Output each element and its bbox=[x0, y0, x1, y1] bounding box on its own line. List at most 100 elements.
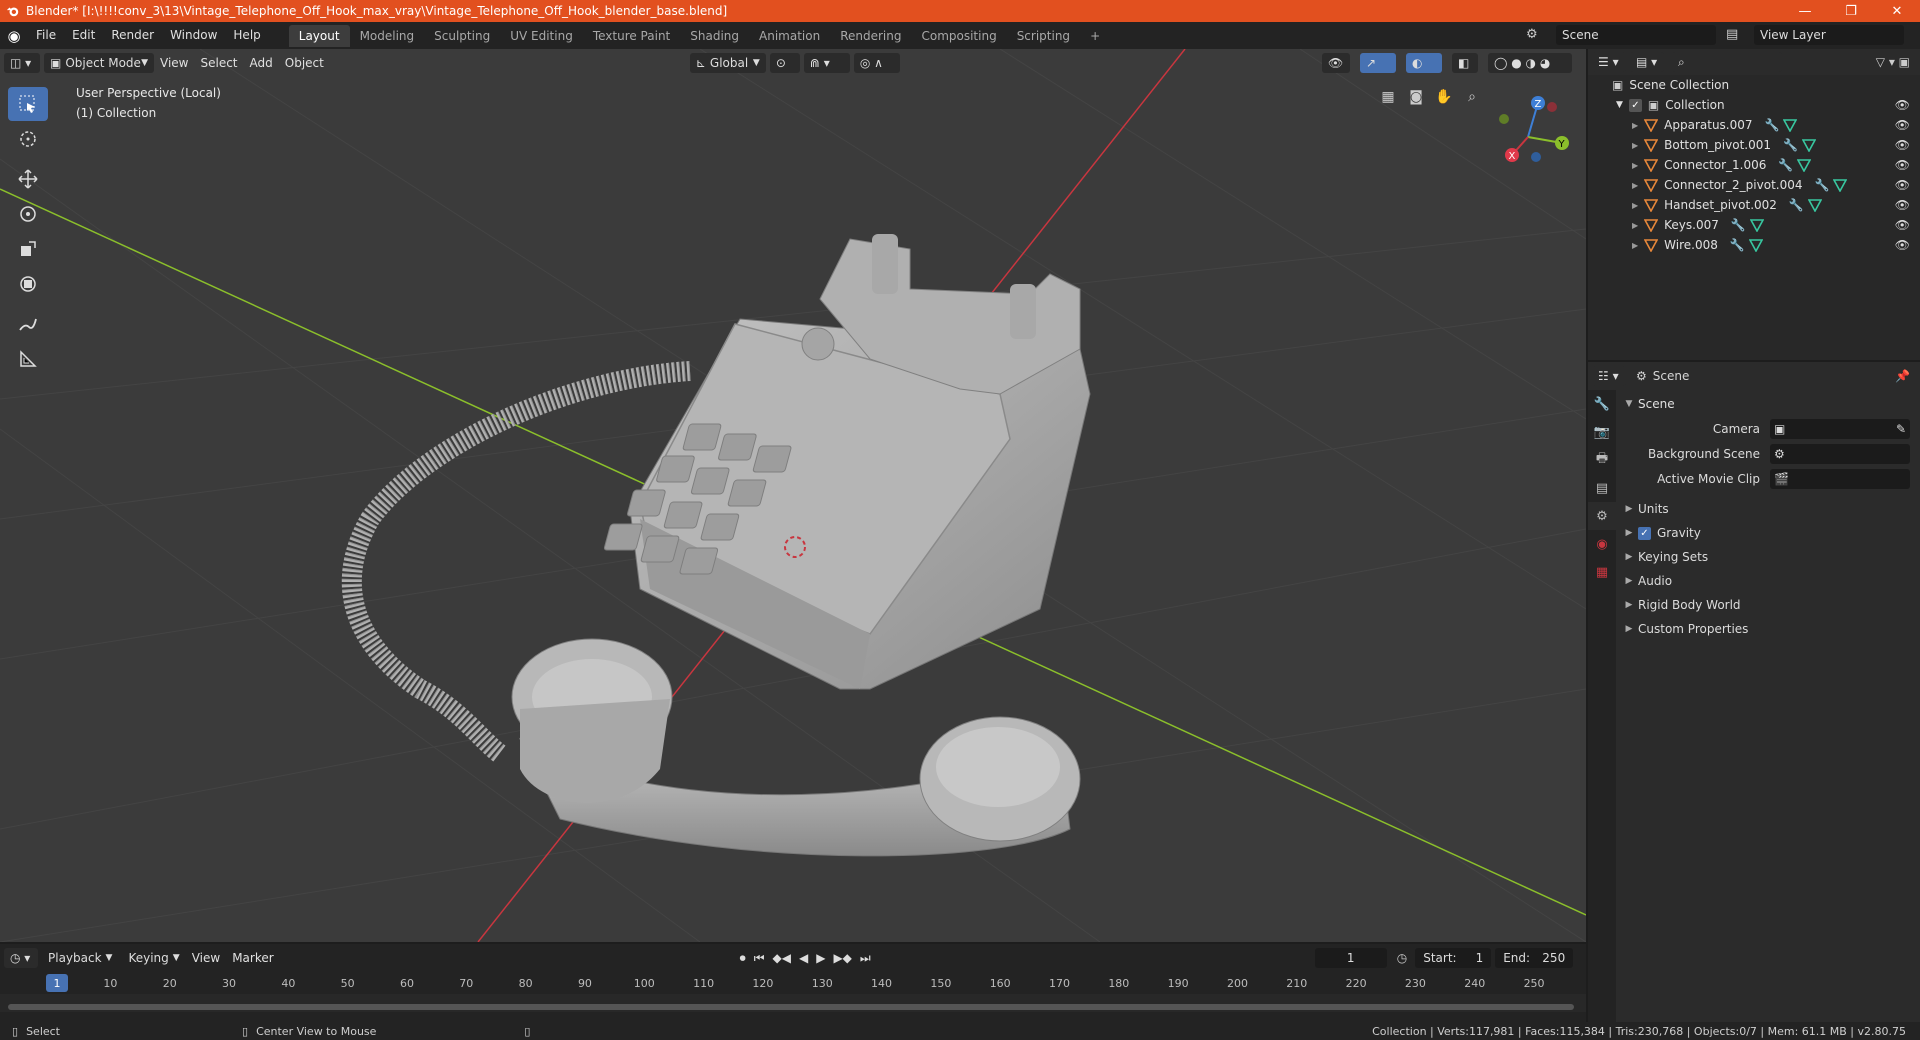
expand-arrow-icon[interactable]: ▶ bbox=[1632, 141, 1638, 150]
menu-help[interactable]: Help bbox=[225, 22, 268, 49]
scene-props-tab-icon[interactable]: ⚙ bbox=[1588, 502, 1616, 530]
gizmo-toggle-icon[interactable]: ↗ bbox=[1360, 53, 1396, 73]
transform-tool[interactable] bbox=[8, 267, 48, 301]
outliner-editor-type[interactable]: ☰ ▾ bbox=[1592, 52, 1626, 72]
expand-arrow-icon[interactable]: ▶ bbox=[1632, 201, 1638, 210]
navigation-gizmo[interactable]: Z Y X bbox=[1478, 83, 1578, 183]
expand-arrow-icon[interactable]: ▶ bbox=[1632, 161, 1638, 170]
snap-toggle[interactable]: ⋒ ▾ bbox=[803, 53, 850, 73]
eye-icon[interactable]: 👁 bbox=[1895, 238, 1910, 252]
movie-clip-field[interactable]: 🎬 bbox=[1770, 468, 1910, 489]
mesh-data-icon[interactable] bbox=[1801, 138, 1816, 152]
menu-window[interactable]: Window bbox=[162, 22, 225, 49]
vp-menu-add[interactable]: Add bbox=[244, 56, 279, 70]
tab-sculpting[interactable]: Sculpting bbox=[424, 25, 500, 47]
eye-icon[interactable]: 👁 bbox=[1895, 198, 1910, 212]
select-box-tool[interactable] bbox=[8, 87, 48, 121]
orientation-dropdown[interactable]: ⊾ Global ▼ bbox=[689, 53, 766, 73]
eyedropper-icon[interactable]: ✎ bbox=[1896, 422, 1906, 436]
gravity-panel[interactable]: ▶ ✓ Gravity bbox=[1620, 521, 1916, 545]
eye-icon[interactable]: 👁 bbox=[1895, 218, 1910, 232]
keying-sets-panel[interactable]: ▶ Keying Sets bbox=[1620, 545, 1916, 569]
timeline-ruler[interactable]: 1 10 20 30 40 50 60 70 80 90 100 110 120 130 140 150 160… bbox=[0, 972, 1586, 994]
mesh-data-icon[interactable] bbox=[1749, 218, 1764, 232]
end-frame-field[interactable]: End: 250 bbox=[1495, 948, 1574, 968]
display-mode-dropdown[interactable]: ▤ ▾ bbox=[1630, 52, 1664, 72]
camera-field[interactable]: ▣ ✎ bbox=[1770, 418, 1910, 439]
view-layer-selector[interactable]: View Layer bbox=[1754, 25, 1904, 45]
eye-icon[interactable]: 👁 bbox=[1895, 158, 1910, 172]
prev-keyframe-icon[interactable]: ◆◀ bbox=[773, 951, 791, 966]
outliner-object-row[interactable]: ▶ Connector_2_pivot.004 🔧 👁 bbox=[1588, 175, 1920, 195]
mesh-data-icon[interactable] bbox=[1807, 198, 1822, 212]
expand-arrow-icon[interactable]: ▶ bbox=[1632, 221, 1638, 230]
modifier-wrench-icon[interactable]: 🔧 bbox=[1778, 158, 1793, 172]
overlay-toggle-icon[interactable]: ◐ bbox=[1406, 53, 1442, 73]
current-frame-field[interactable]: 1 bbox=[1314, 948, 1387, 968]
tool-props-icon[interactable]: 🔧 bbox=[1588, 390, 1616, 418]
vp-menu-select[interactable]: Select bbox=[194, 56, 243, 70]
3d-viewport[interactable]: ◫ ▾ ▣ Object Mode ▼ View Select Add Obje… bbox=[0, 49, 1586, 942]
pin-icon[interactable]: 📌 bbox=[1895, 369, 1910, 383]
viewport-scene[interactable] bbox=[0, 49, 1586, 942]
tab-rendering[interactable]: Rendering bbox=[830, 25, 911, 47]
timeline-menu-view[interactable]: View bbox=[186, 951, 226, 965]
maximize-button[interactable]: ❐ bbox=[1828, 4, 1874, 19]
tab-texture-paint[interactable]: Texture Paint bbox=[583, 25, 680, 47]
scene-type-icon[interactable]: ⚙ bbox=[1526, 27, 1538, 42]
measure-tool[interactable] bbox=[8, 342, 48, 376]
tab-animation[interactable]: Animation bbox=[749, 25, 830, 47]
audio-panel[interactable]: ▶ Audio bbox=[1620, 569, 1916, 593]
move-tool[interactable] bbox=[8, 162, 48, 196]
cursor-tool[interactable] bbox=[8, 122, 48, 156]
next-keyframe-icon[interactable]: ▶◆ bbox=[833, 951, 851, 966]
clock-icon[interactable]: ◷ bbox=[1397, 951, 1407, 965]
xray-toggle-icon[interactable]: ◧ bbox=[1452, 53, 1478, 73]
tab-layout[interactable]: Layout bbox=[288, 24, 350, 47]
filter-icon[interactable]: ▽ ▾ ▣ bbox=[1876, 55, 1910, 69]
scene-selector[interactable]: Scene bbox=[1556, 25, 1716, 45]
units-panel[interactable]: ▶ Units bbox=[1620, 497, 1916, 521]
eye-icon[interactable]: 👁 bbox=[1895, 138, 1910, 152]
eye-icon[interactable]: 👁 bbox=[1895, 98, 1910, 112]
outliner-object-row[interactable]: ▶ Connector_1.006 🔧 👁 bbox=[1588, 155, 1920, 175]
timeline-menu-marker[interactable]: Marker bbox=[226, 951, 279, 965]
rigid-body-world-panel[interactable]: ▶ Rigid Body World bbox=[1620, 593, 1916, 617]
zoom-icon[interactable]: ⌕ bbox=[1458, 83, 1486, 111]
scale-tool[interactable] bbox=[8, 232, 48, 266]
outliner-object-row[interactable]: ▶ Wire.008 🔧 👁 bbox=[1588, 235, 1920, 255]
gravity-checkbox[interactable]: ✓ bbox=[1638, 526, 1651, 540]
view-layer-icon[interactable]: ▤ bbox=[1726, 27, 1738, 42]
shading-mode-icon[interactable]: ◯ ● ◑ ◕ bbox=[1488, 53, 1572, 73]
vp-menu-view[interactable]: View bbox=[154, 56, 194, 70]
hand-pan-icon[interactable]: ✋ bbox=[1430, 83, 1458, 111]
add-workspace-button[interactable]: + bbox=[1080, 25, 1110, 47]
outliner-object-row[interactable]: ▶ Apparatus.007 🔧 👁 bbox=[1588, 115, 1920, 135]
tab-modeling[interactable]: Modeling bbox=[350, 25, 425, 47]
tab-shading[interactable]: Shading bbox=[680, 25, 749, 47]
expand-arrow-icon[interactable]: ▶ bbox=[1632, 121, 1638, 130]
tab-compositing[interactable]: Compositing bbox=[911, 25, 1006, 47]
outliner-object-row[interactable]: ▶ Keys.007 🔧 👁 bbox=[1588, 215, 1920, 235]
camera-view-icon[interactable]: ◙ bbox=[1402, 83, 1430, 111]
timeline-scrollbar[interactable] bbox=[8, 1004, 1574, 1010]
output-props-icon[interactable]: 🖶 bbox=[1588, 446, 1616, 474]
outliner-search[interactable]: ⌕ bbox=[1672, 52, 1782, 72]
mode-dropdown[interactable]: ▣ Object Mode ▼ bbox=[44, 53, 154, 73]
world-props-icon[interactable]: ◉ bbox=[1588, 530, 1616, 558]
timeline-editor-type[interactable]: ◷ ▾ bbox=[4, 948, 38, 968]
jump-start-icon[interactable]: ⏮ bbox=[754, 951, 765, 966]
outliner-object-row[interactable]: ▶ Bottom_pivot.001 🔧 👁 bbox=[1588, 135, 1920, 155]
menu-edit[interactable]: Edit bbox=[64, 22, 103, 49]
pivot-dropdown[interactable]: ⊙ bbox=[769, 53, 800, 73]
modifier-wrench-icon[interactable]: 🔧 bbox=[1731, 218, 1746, 232]
collapse-arrow-icon[interactable]: ▼ bbox=[1616, 100, 1623, 110]
keying-menu[interactable]: Keying ▼ bbox=[122, 948, 185, 968]
proportional-edit-toggle[interactable]: ◎ ∧ bbox=[853, 53, 900, 73]
scene-collection-row[interactable]: ▣ Scene Collection bbox=[1588, 75, 1920, 95]
collection-checkbox[interactable]: ✓ bbox=[1628, 98, 1642, 112]
annotate-tool[interactable] bbox=[8, 307, 48, 341]
scene-panel-header[interactable]: ▼ Scene bbox=[1620, 392, 1916, 416]
background-scene-field[interactable]: ⚙ bbox=[1770, 443, 1910, 464]
modifier-wrench-icon[interactable]: 🔧 bbox=[1789, 198, 1804, 212]
